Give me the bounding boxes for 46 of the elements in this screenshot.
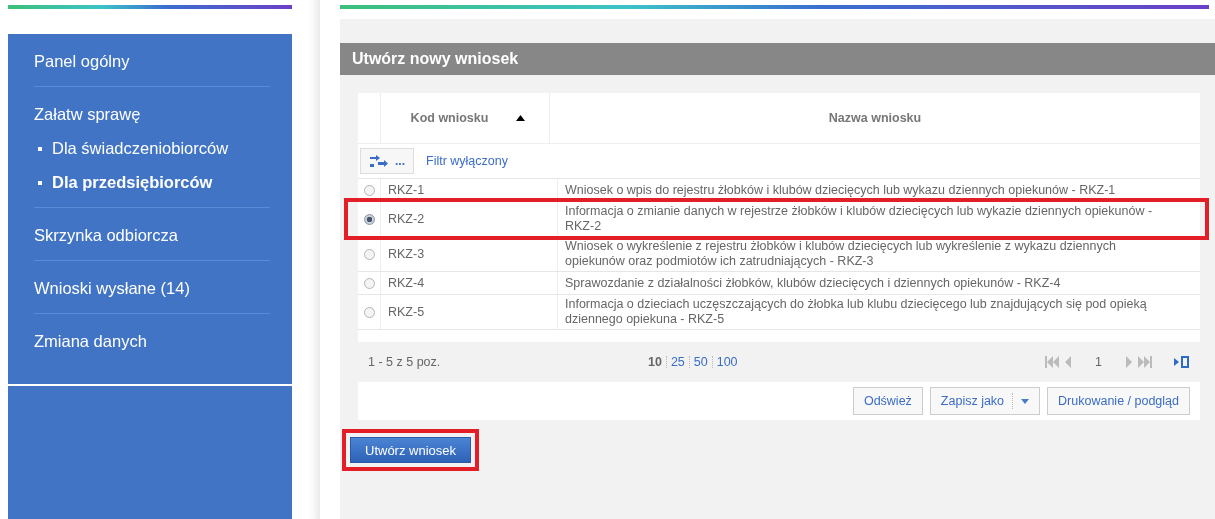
radio-button[interactable]: [363, 306, 375, 318]
page-size-link[interactable]: 10: [648, 355, 662, 369]
bullet-icon: [38, 180, 42, 185]
table-cell-text: Wniosek o wykreślenie z rejestru żłobków i klubów dziecięcych lub wykreślenie z wykazu dziennych opiekunów oraz podmiotów ich zatrudniających - RKZ-3: [564, 238, 1117, 270]
radio-button[interactable]: [363, 184, 375, 196]
sidebar-item[interactable]: Skrzynka odbiorcza: [34, 226, 270, 245]
next-last-icon[interactable]: [1124, 356, 1152, 368]
page-number: 1: [1095, 355, 1102, 369]
bullet-icon: [38, 146, 42, 151]
table-cell-text: Informacja o dzieciach uczęszczających do żłobka lub klubu dziecięcego lub znajdujących się pod opieką dziennego opiekuna - RKZ-5: [564, 296, 1148, 328]
sidebar-subitem[interactable]: Dla świadczeniobiorców: [52, 139, 229, 158]
item-count: 1 - 5 z 5 poz.: [368, 355, 442, 369]
page-size-link[interactable]: 50: [693, 355, 708, 369]
caret-icon: [1021, 398, 1030, 404]
column-header[interactable]: Kod wniosku: [381, 93, 550, 143]
table-cell: RKZ-2: [381, 202, 558, 236]
arrows-icon: [369, 154, 389, 168]
radio-button[interactable]: [363, 248, 375, 260]
table-cell: RKZ-5: [381, 295, 558, 329]
sidebar-item[interactable]: Załatw sprawę: [34, 105, 270, 124]
panel-title: Utwórz nowy wniosek: [340, 43, 1215, 75]
column-header[interactable]: Nazwa wniosku: [550, 93, 1200, 143]
table-cell-text: Wniosek o wpis do rejestru żłobków i klubów dziecięcych lub wykazu dziennych opiekunów - RKZ-1: [564, 181, 1117, 199]
action-button[interactable]: Drukowanie / podgląd: [1047, 387, 1190, 415]
table-cell: RKZ-1: [381, 179, 558, 201]
filter-status[interactable]: Filtr wyłączony: [426, 154, 508, 168]
radio-button[interactable]: [363, 213, 375, 225]
page-size-link[interactable]: 100: [716, 355, 738, 369]
action-button[interactable]: Odśwież: [852, 387, 923, 415]
filter-button[interactable]: ...: [360, 148, 414, 174]
table-cell-text: Informacja o zmianie danych w rejestrze żłobków i klubów dziecięcych lub wykazie dziennych opiekunów - RKZ-2: [564, 203, 1154, 235]
page-size-link[interactable]: 25: [670, 355, 685, 369]
table-cell: RKZ-4: [381, 272, 558, 294]
sidebar-subitem[interactable]: Dla przedsiębiorców: [52, 173, 213, 192]
table-cell-text: Sprawozdanie z działalności żłobków, klubów dziecięcych i dziennych opiekunów - RKZ-4: [564, 274, 1062, 292]
first-previous-icon[interactable]: [1045, 356, 1074, 368]
column-label: Kod wniosku: [410, 111, 489, 125]
save-as-dropdown[interactable]: Zapisz jako: [929, 387, 1041, 415]
table-cell: RKZ-3: [381, 237, 558, 271]
column-label: Nazwa wniosku: [828, 111, 922, 125]
panel-expand-icon[interactable]: [1174, 355, 1190, 369]
sidebar-item[interactable]: Zmiana danych: [34, 332, 270, 351]
sidebar-item[interactable]: Wnioski wysłane (14): [34, 279, 270, 298]
sidebar-item[interactable]: Panel ogólny: [34, 52, 270, 71]
radio-button[interactable]: [363, 277, 375, 289]
create-button[interactable]: Utwórz wniosek: [350, 437, 472, 463]
